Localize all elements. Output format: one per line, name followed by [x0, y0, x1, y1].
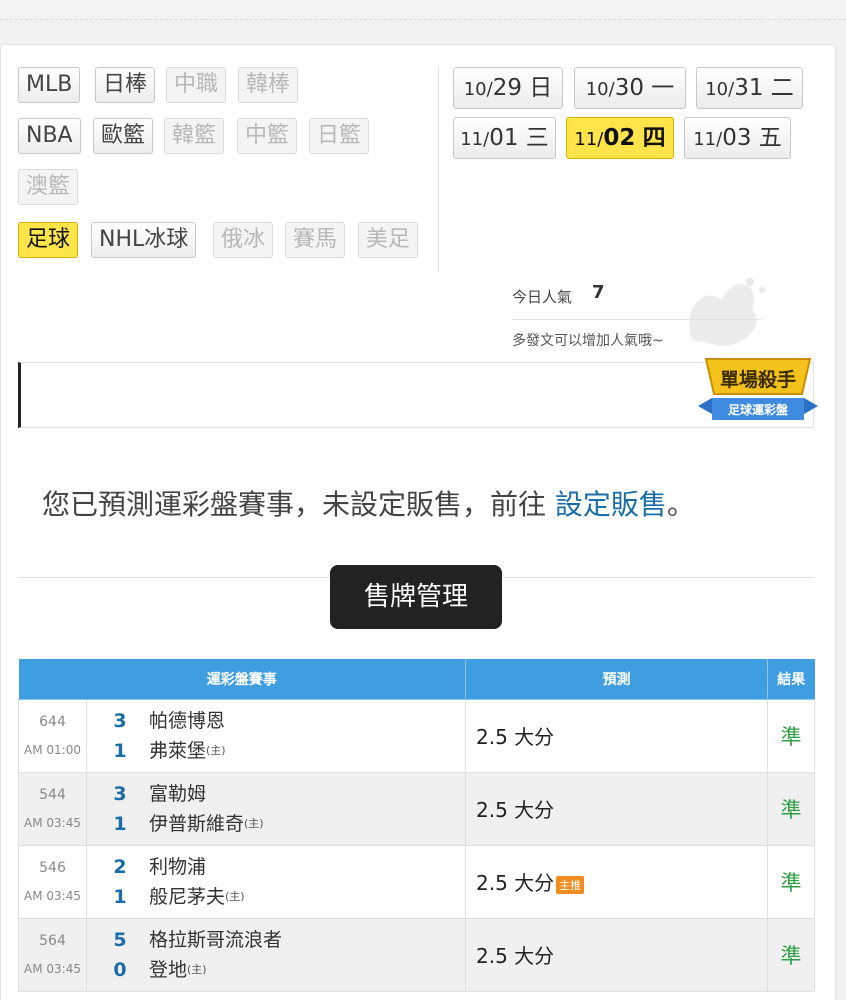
- set-sale-link[interactable]: 設定販售: [555, 488, 667, 521]
- away-team: 格拉斯哥流浪者: [149, 928, 283, 951]
- home-tag: (主): [206, 743, 226, 757]
- away-score: 3: [113, 782, 127, 805]
- home-score: 1: [113, 739, 127, 762]
- table-row: 564 AM 03:45 5 格拉斯哥流浪者 0 登地 (主) 2.5 大分 準: [18, 917, 815, 992]
- sport-chip-horse-racing: 賽馬: [285, 222, 346, 258]
- popularity-divider: [512, 319, 762, 320]
- sport-chip-cba: 中籃: [237, 118, 298, 154]
- match-id: 544: [39, 787, 66, 803]
- sale-notice: 您已預測運彩盤賽事，未設定販售，前往 設定販售。: [42, 488, 695, 521]
- away-team: 利物浦: [149, 855, 207, 878]
- sport-chip-euro-basketball[interactable]: 歐籃: [93, 118, 154, 154]
- result-value: 準: [767, 917, 815, 992]
- sport-chip-nba[interactable]: NBA: [18, 118, 81, 154]
- top-strip: [0, 0, 846, 20]
- home-tag: (主): [187, 962, 207, 976]
- prediction-value: 2.5 大分: [476, 871, 555, 895]
- home-tag: (主): [244, 816, 264, 830]
- sport-chip-mlb[interactable]: MLB: [18, 67, 81, 103]
- match-id: 644: [39, 714, 66, 730]
- predictions-table: 運彩盤賽事 預測 結果 644 AM 01:00 3 帕德博恩 1 弗萊堡 (主) 2.…: [18, 659, 815, 992]
- prediction-value: 2.5 大分: [476, 944, 555, 968]
- away-score: 2: [113, 855, 127, 878]
- sport-chip-kbo: 韓棒: [238, 67, 299, 103]
- date-button-1101[interactable]: 11/01 三: [453, 117, 556, 159]
- match-id: 564: [39, 933, 66, 949]
- home-team: 伊普斯維奇: [149, 812, 245, 835]
- home-score: 0: [113, 958, 127, 981]
- manage-sales-button[interactable]: 售牌管理: [330, 565, 502, 629]
- home-tag: (主): [225, 889, 245, 903]
- sport-chip-soccer[interactable]: 足球: [18, 222, 79, 258]
- popularity-label: 今日人氣: [512, 288, 573, 306]
- away-score: 3: [113, 709, 127, 732]
- away-team: 富勒姆: [149, 782, 207, 805]
- popularity-note: 多發文可以增加人氣哦~: [512, 333, 664, 349]
- sport-chip-kbl: 韓籃: [164, 118, 225, 154]
- date-button-1029[interactable]: 10/29 日: [453, 67, 563, 109]
- home-score: 1: [113, 812, 127, 835]
- match-id: 546: [39, 860, 66, 876]
- header-prediction: 預測: [465, 659, 768, 700]
- date-button-1102[interactable]: 11/02 四: [566, 117, 674, 159]
- match-time: AM 03:45: [24, 962, 81, 976]
- sport-chip-khl: 俄冰: [213, 222, 274, 258]
- popularity-value: 7: [592, 282, 605, 303]
- sport-chip-cpbl: 中職: [166, 67, 227, 103]
- header-result: 結果: [767, 659, 815, 700]
- featured-pick-badge: 主推: [556, 875, 585, 894]
- date-button-1103[interactable]: 11/03 五: [684, 117, 791, 159]
- table-row: 644 AM 01:00 3 帕德博恩 1 弗萊堡 (主) 2.5 大分 準: [18, 698, 815, 773]
- date-button-1031[interactable]: 10/31 二: [696, 67, 803, 109]
- match-time: AM 03:45: [24, 816, 81, 830]
- result-value: 準: [767, 698, 815, 773]
- table-row: 546 AM 03:45 2 利物浦 1 般尼茅夫 (主) 2.5 大分 主推 準: [18, 844, 815, 919]
- column-divider: [438, 68, 439, 272]
- away-team: 帕德博恩: [149, 709, 226, 732]
- header-match: 運彩盤賽事: [18, 659, 466, 700]
- svg-text:單場殺手: 單場殺手: [720, 368, 796, 391]
- sport-chip-jp-basketball: 日籃: [309, 118, 370, 154]
- prediction-value: 2.5 大分: [476, 798, 555, 822]
- sport-chip-npb[interactable]: 日棒: [95, 67, 156, 103]
- svg-text:足球運彩盤: 足球運彩盤: [728, 402, 789, 417]
- match-time: AM 03:45: [24, 889, 81, 903]
- away-score: 5: [113, 928, 127, 951]
- date-button-1030[interactable]: 10/30 一: [574, 67, 686, 109]
- match-time: AM 01:00: [24, 743, 81, 757]
- result-value: 準: [767, 771, 815, 846]
- table-row: 544 AM 03:45 3 富勒姆 1 伊普斯維奇 (主) 2.5 大分 準: [18, 771, 815, 846]
- killer-badge-icon: 單場殺手 足球運彩盤: [698, 358, 818, 420]
- home-score: 1: [113, 885, 127, 908]
- sport-chip-nbl: 澳籃: [18, 169, 79, 205]
- mascot-icon: [689, 278, 765, 346]
- sport-chip-nfl: 美足: [358, 222, 419, 258]
- home-team: 弗萊堡: [149, 739, 207, 762]
- sport-chip-nhl[interactable]: NHL冰球: [91, 222, 197, 258]
- home-team: 般尼茅夫: [149, 885, 226, 908]
- banner-box: [18, 362, 814, 428]
- home-team: 登地: [149, 958, 188, 981]
- result-value: 準: [767, 844, 815, 919]
- prediction-value: 2.5 大分: [476, 725, 555, 749]
